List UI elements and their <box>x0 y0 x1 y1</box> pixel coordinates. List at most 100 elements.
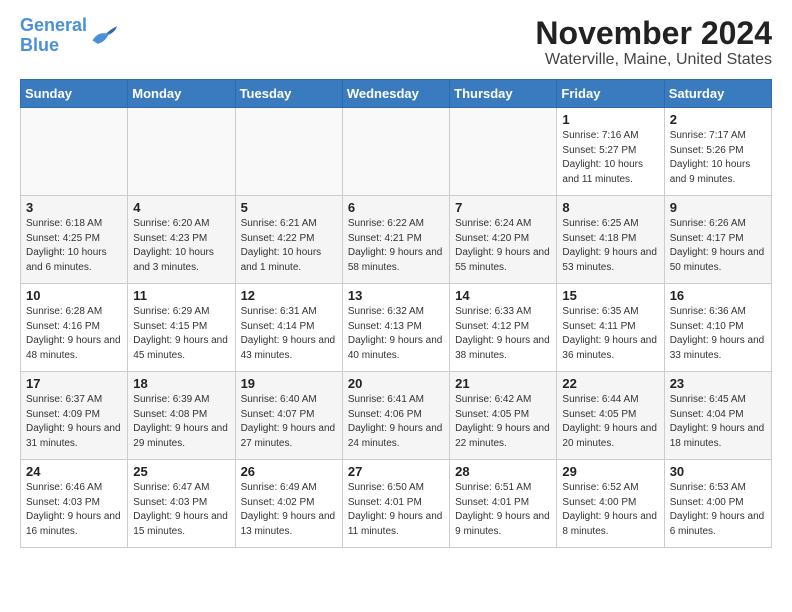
day-number: 7 <box>455 200 551 215</box>
day-number: 21 <box>455 376 551 391</box>
day-info: Sunrise: 6:20 AM Sunset: 4:23 PM Dayligh… <box>133 217 229 275</box>
day-number: 4 <box>133 200 229 215</box>
day-number: 20 <box>348 376 444 391</box>
day-number: 22 <box>562 376 658 391</box>
calendar-cell: 3 Sunrise: 6:18 AM Sunset: 4:25 PM Daylig… <box>21 196 128 284</box>
day-number: 28 <box>455 464 551 479</box>
day-info: Sunrise: 6:42 AM Sunset: 4:05 PM Dayligh… <box>455 393 551 451</box>
day-info: Sunrise: 6:31 AM Sunset: 4:14 PM Dayligh… <box>241 305 337 363</box>
calendar-cell: 5 Sunrise: 6:21 AM Sunset: 4:22 PM Daylig… <box>235 196 342 284</box>
calendar-cell: 29 Sunrise: 6:52 AM Sunset: 4:00 PM Dayli… <box>557 460 664 548</box>
day-info: Sunrise: 6:28 AM Sunset: 4:16 PM Dayligh… <box>26 305 122 363</box>
day-number: 25 <box>133 464 229 479</box>
calendar-cell: 27 Sunrise: 6:50 AM Sunset: 4:01 PM Dayli… <box>342 460 449 548</box>
day-info: Sunrise: 6:37 AM Sunset: 4:09 PM Dayligh… <box>26 393 122 451</box>
day-number: 18 <box>133 376 229 391</box>
day-info: Sunrise: 6:32 AM Sunset: 4:13 PM Dayligh… <box>348 305 444 363</box>
day-number: 19 <box>241 376 337 391</box>
day-number: 26 <box>241 464 337 479</box>
day-number: 16 <box>670 288 766 303</box>
day-info: Sunrise: 6:46 AM Sunset: 4:03 PM Dayligh… <box>26 481 122 539</box>
day-info: Sunrise: 6:36 AM Sunset: 4:10 PM Dayligh… <box>670 305 766 363</box>
day-number: 5 <box>241 200 337 215</box>
day-info: Sunrise: 7:16 AM Sunset: 5:27 PM Dayligh… <box>562 129 658 187</box>
day-info: Sunrise: 7:17 AM Sunset: 5:26 PM Dayligh… <box>670 129 766 187</box>
calendar-cell: 7 Sunrise: 6:24 AM Sunset: 4:20 PM Daylig… <box>450 196 557 284</box>
calendar-cell: 20 Sunrise: 6:41 AM Sunset: 4:06 PM Dayli… <box>342 372 449 460</box>
day-info: Sunrise: 6:29 AM Sunset: 4:15 PM Dayligh… <box>133 305 229 363</box>
day-info: Sunrise: 6:40 AM Sunset: 4:07 PM Dayligh… <box>241 393 337 451</box>
day-info: Sunrise: 6:49 AM Sunset: 4:02 PM Dayligh… <box>241 481 337 539</box>
calendar-cell: 12 Sunrise: 6:31 AM Sunset: 4:14 PM Dayli… <box>235 284 342 372</box>
calendar-week-row: 10 Sunrise: 6:28 AM Sunset: 4:16 PM Dayli… <box>21 284 772 372</box>
day-number: 23 <box>670 376 766 391</box>
day-info: Sunrise: 6:52 AM Sunset: 4:00 PM Dayligh… <box>562 481 658 539</box>
day-info: Sunrise: 6:18 AM Sunset: 4:25 PM Dayligh… <box>26 217 122 275</box>
day-info: Sunrise: 6:35 AM Sunset: 4:11 PM Dayligh… <box>562 305 658 363</box>
day-number: 2 <box>670 112 766 127</box>
day-info: Sunrise: 6:25 AM Sunset: 4:18 PM Dayligh… <box>562 217 658 275</box>
day-info: Sunrise: 6:22 AM Sunset: 4:21 PM Dayligh… <box>348 217 444 275</box>
calendar-cell: 30 Sunrise: 6:53 AM Sunset: 4:00 PM Dayli… <box>664 460 771 548</box>
day-number: 9 <box>670 200 766 215</box>
calendar-cell: 28 Sunrise: 6:51 AM Sunset: 4:01 PM Dayli… <box>450 460 557 548</box>
calendar-cell <box>342 108 449 196</box>
day-number: 1 <box>562 112 658 127</box>
column-header-friday: Friday <box>557 80 664 108</box>
calendar-cell: 18 Sunrise: 6:39 AM Sunset: 4:08 PM Dayli… <box>128 372 235 460</box>
title-block: November 2024 Waterville, Maine, United … <box>535 16 772 69</box>
calendar-cell: 4 Sunrise: 6:20 AM Sunset: 4:23 PM Daylig… <box>128 196 235 284</box>
day-number: 8 <box>562 200 658 215</box>
day-info: Sunrise: 6:51 AM Sunset: 4:01 PM Dayligh… <box>455 481 551 539</box>
day-info: Sunrise: 6:39 AM Sunset: 4:08 PM Dayligh… <box>133 393 229 451</box>
calendar-cell: 1 Sunrise: 7:16 AM Sunset: 5:27 PM Daylig… <box>557 108 664 196</box>
calendar-week-row: 24Sunrise: 6:46 AM Sunset: 4:03 PM Dayli… <box>21 460 772 548</box>
calendar-cell: 22Sunrise: 6:44 AM Sunset: 4:05 PM Dayli… <box>557 372 664 460</box>
calendar-header-row: SundayMondayTuesdayWednesdayThursdayFrid… <box>21 80 772 108</box>
calendar-cell: 25 Sunrise: 6:47 AM Sunset: 4:03 PM Dayli… <box>128 460 235 548</box>
day-number: 27 <box>348 464 444 479</box>
calendar-cell: 26 Sunrise: 6:49 AM Sunset: 4:02 PM Dayli… <box>235 460 342 548</box>
day-number: 12 <box>241 288 337 303</box>
day-number: 17 <box>26 376 122 391</box>
calendar-cell <box>128 108 235 196</box>
day-info: Sunrise: 6:47 AM Sunset: 4:03 PM Dayligh… <box>133 481 229 539</box>
column-header-thursday: Thursday <box>450 80 557 108</box>
day-number: 30 <box>670 464 766 479</box>
calendar-week-row: 1 Sunrise: 7:16 AM Sunset: 5:27 PM Daylig… <box>21 108 772 196</box>
calendar-cell: 17 Sunrise: 6:37 AM Sunset: 4:09 PM Dayli… <box>21 372 128 460</box>
page-subtitle: Waterville, Maine, United States <box>535 51 772 69</box>
calendar-cell: 13 Sunrise: 6:32 AM Sunset: 4:13 PM Dayli… <box>342 284 449 372</box>
calendar-week-row: 3 Sunrise: 6:18 AM Sunset: 4:25 PM Daylig… <box>21 196 772 284</box>
day-info: Sunrise: 6:45 AM Sunset: 4:04 PM Dayligh… <box>670 393 766 451</box>
day-info: Sunrise: 6:41 AM Sunset: 4:06 PM Dayligh… <box>348 393 444 451</box>
calendar-cell: 8 Sunrise: 6:25 AM Sunset: 4:18 PM Daylig… <box>557 196 664 284</box>
calendar-cell <box>235 108 342 196</box>
day-number: 14 <box>455 288 551 303</box>
day-number: 3 <box>26 200 122 215</box>
column-header-tuesday: Tuesday <box>235 80 342 108</box>
day-number: 29 <box>562 464 658 479</box>
calendar-cell <box>450 108 557 196</box>
day-number: 13 <box>348 288 444 303</box>
page-title: November 2024 <box>535 16 772 51</box>
calendar-cell: 10 Sunrise: 6:28 AM Sunset: 4:16 PM Dayli… <box>21 284 128 372</box>
day-info: Sunrise: 6:53 AM Sunset: 4:00 PM Dayligh… <box>670 481 766 539</box>
day-number: 11 <box>133 288 229 303</box>
column-header-sunday: Sunday <box>21 80 128 108</box>
calendar-table: SundayMondayTuesdayWednesdayThursdayFrid… <box>20 79 772 548</box>
logo-bird-icon <box>89 24 117 48</box>
day-info: Sunrise: 6:50 AM Sunset: 4:01 PM Dayligh… <box>348 481 444 539</box>
calendar-cell: 9Sunrise: 6:26 AM Sunset: 4:17 PM Daylig… <box>664 196 771 284</box>
calendar-week-row: 17 Sunrise: 6:37 AM Sunset: 4:09 PM Dayli… <box>21 372 772 460</box>
day-info: Sunrise: 6:21 AM Sunset: 4:22 PM Dayligh… <box>241 217 337 275</box>
calendar-cell: 23 Sunrise: 6:45 AM Sunset: 4:04 PM Dayli… <box>664 372 771 460</box>
calendar-cell: 19 Sunrise: 6:40 AM Sunset: 4:07 PM Dayli… <box>235 372 342 460</box>
column-header-monday: Monday <box>128 80 235 108</box>
calendar-cell: 2 Sunrise: 7:17 AM Sunset: 5:26 PM Daylig… <box>664 108 771 196</box>
calendar-cell: 6Sunrise: 6:22 AM Sunset: 4:21 PM Daylig… <box>342 196 449 284</box>
day-info: Sunrise: 6:24 AM Sunset: 4:20 PM Dayligh… <box>455 217 551 275</box>
page-header: GeneralBlue November 2024 Waterville, Ma… <box>20 16 772 69</box>
day-info: Sunrise: 6:33 AM Sunset: 4:12 PM Dayligh… <box>455 305 551 363</box>
day-number: 10 <box>26 288 122 303</box>
